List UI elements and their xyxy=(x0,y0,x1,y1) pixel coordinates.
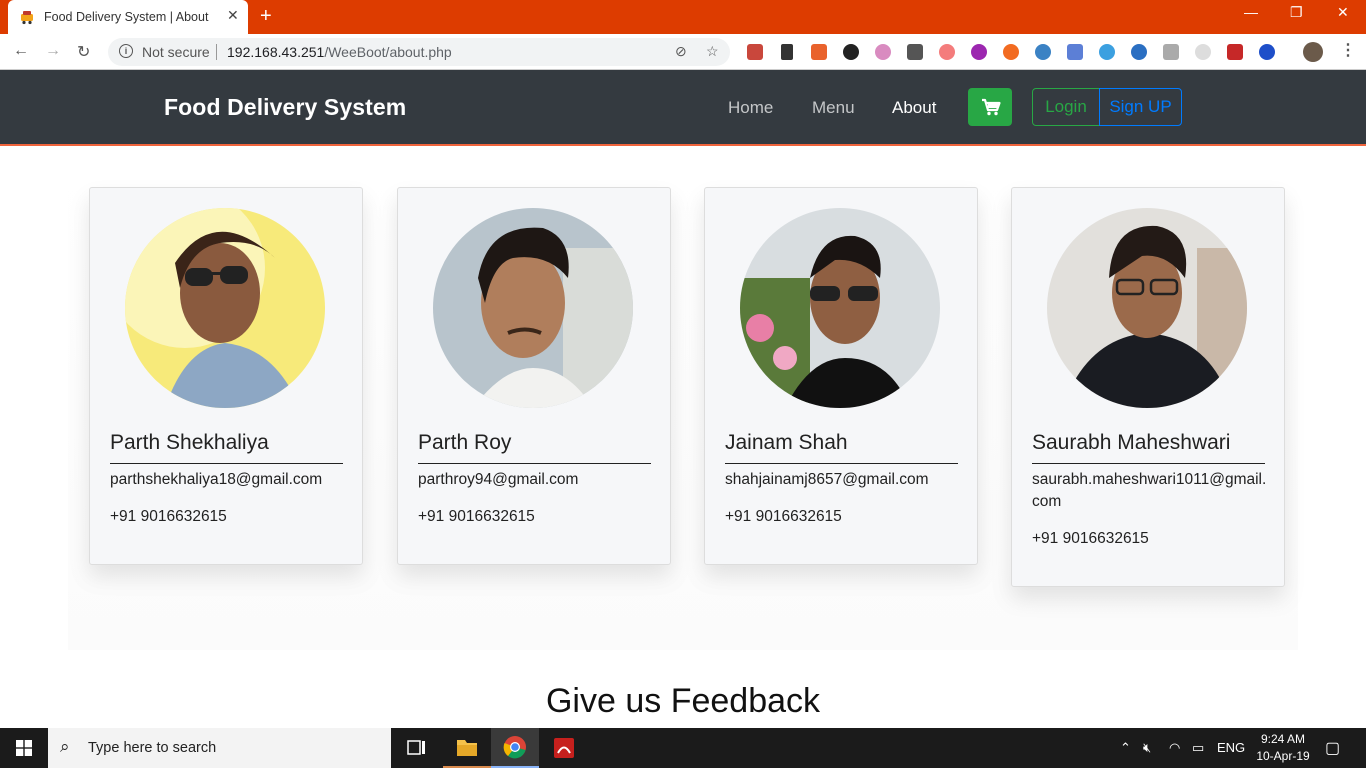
clock-time: 9:24 AM xyxy=(1260,732,1306,746)
member-email[interactable]: parthshekhaliya18@gmail.com xyxy=(110,469,350,491)
minimize-button[interactable]: — xyxy=(1244,4,1258,20)
restore-button[interactable]: ❐ xyxy=(1290,4,1303,21)
member-name: Parth Roy xyxy=(418,431,651,464)
url-path: /WeeBoot/about.php xyxy=(324,44,452,60)
taskbar-search-box[interactable]: ⌕ Type here to search xyxy=(48,728,391,768)
member-name: Saurabh Maheshwari xyxy=(1032,431,1265,464)
member-phone: +91 9016632615 xyxy=(725,508,842,525)
clock-date: 10-Apr-19 xyxy=(1256,749,1310,763)
system-clock[interactable]: 9:24 AM 10-Apr-19 xyxy=(1248,731,1318,765)
member-email[interactable]: parthroy94@gmail.com xyxy=(418,469,658,491)
new-tab-button[interactable]: + xyxy=(260,5,272,28)
team-card: Parth Roy parthroy94@gmail.com +91 90166… xyxy=(397,187,671,565)
tab-title: Food Delivery System | About xyxy=(44,10,209,24)
translate-icon[interactable]: ⊘ xyxy=(675,43,687,60)
nav-home-link[interactable]: Home xyxy=(728,98,773,118)
notifications-icon[interactable]: ▢ xyxy=(1325,738,1340,758)
site-brand[interactable]: Food Delivery System xyxy=(164,94,406,121)
pdf-extension-icon[interactable] xyxy=(747,44,763,60)
url-text[interactable]: 192.168.43.251/WeeBoot/about.php xyxy=(227,44,452,60)
windows-taskbar: ⌕ Type here to search ⌃ 🔇︎ ◠ ▭ ENG 9:24 … xyxy=(0,728,1366,768)
member-email[interactable]: shahjainamj8657@gmail.com xyxy=(725,469,965,491)
office-extension-icon[interactable] xyxy=(811,44,827,60)
member-phone: +91 9016632615 xyxy=(418,508,535,525)
planet-extension-icon[interactable] xyxy=(1131,44,1147,60)
upload-extension-icon[interactable] xyxy=(1163,44,1179,60)
member-phone: +91 9016632615 xyxy=(1032,530,1149,547)
ca-extension-icon[interactable] xyxy=(971,44,987,60)
chevron-up-icon[interactable]: ⌃ xyxy=(1120,740,1131,756)
browser-title-bar: Food Delivery System | About ✕ + — ❐ ✕ xyxy=(0,0,1366,34)
red-book-extension-icon[interactable] xyxy=(1227,44,1243,60)
task-view-icon[interactable] xyxy=(392,728,440,768)
back-arrow-icon[interactable]: ← xyxy=(13,42,29,60)
avatar xyxy=(433,208,633,408)
d-extension-icon[interactable] xyxy=(1259,44,1275,60)
nav-menu-link[interactable]: Menu xyxy=(812,98,855,118)
globe-extension-icon[interactable] xyxy=(1035,44,1051,60)
color-picker-extension-icon[interactable] xyxy=(843,44,859,60)
acrobat-taskbar-icon[interactable] xyxy=(540,728,588,768)
address-bar[interactable]: i Not secure 192.168.43.251/WeeBoot/abou… xyxy=(108,38,730,66)
cart-button[interactable] xyxy=(968,88,1012,126)
grey-extension-icon[interactable] xyxy=(1195,44,1211,60)
avatar xyxy=(125,208,325,408)
avatar xyxy=(1047,208,1247,408)
language-indicator[interactable]: ENG xyxy=(1217,740,1245,755)
avatar xyxy=(740,208,940,408)
member-phone: +91 9016632615 xyxy=(110,508,227,525)
login-button[interactable]: Login xyxy=(1032,88,1100,126)
security-label: Not secure xyxy=(142,44,210,60)
web-extension-icon[interactable] xyxy=(1099,44,1115,60)
profile-avatar[interactable] xyxy=(1303,42,1323,62)
feedback-heading: Give us Feedback xyxy=(545,682,821,720)
close-tab-icon[interactable]: ✕ xyxy=(227,7,239,24)
qr-code-extension-icon[interactable] xyxy=(907,44,923,60)
close-window-button[interactable]: ✕ xyxy=(1337,4,1349,21)
cast-extension-icon[interactable] xyxy=(939,44,955,60)
team-card: Jainam Shah shahjainamj8657@gmail.com +9… xyxy=(704,187,978,565)
food-cart-icon xyxy=(21,11,33,25)
menu-kebab-icon[interactable]: ⋮ xyxy=(1340,40,1356,60)
battery-icon[interactable]: ▭ xyxy=(1192,740,1204,756)
shopping-cart-icon xyxy=(982,98,1001,116)
browser-toolbar: ← → ↻ i Not secure 192.168.43.251/WeeBoo… xyxy=(0,34,1366,70)
bookmark-star-icon[interactable]: ☆ xyxy=(706,43,719,60)
doc-extension-icon[interactable] xyxy=(1067,44,1083,60)
browser-tab[interactable]: Food Delivery System | About ✕ xyxy=(8,0,248,34)
signup-button[interactable]: Sign UP xyxy=(1099,88,1182,126)
windows-start-icon[interactable] xyxy=(16,740,32,756)
address-divider xyxy=(216,44,217,60)
team-card: Parth Shekhaliya parthshekhaliya18@gmail… xyxy=(89,187,363,565)
search-icon: ⌕ xyxy=(60,737,70,756)
search-placeholder: Type here to search xyxy=(88,740,217,756)
chrome-taskbar-icon[interactable] xyxy=(491,728,539,768)
lifebuoy-extension-icon[interactable] xyxy=(1003,44,1019,60)
member-name: Jainam Shah xyxy=(725,431,958,464)
reload-icon[interactable]: ↻ xyxy=(77,42,90,62)
forward-arrow-icon[interactable]: → xyxy=(45,42,61,60)
member-name: Parth Shekhaliya xyxy=(110,431,343,464)
volume-muted-icon[interactable]: 🔇︎ xyxy=(1143,740,1151,756)
url-host: 192.168.43.251 xyxy=(227,44,325,60)
member-email[interactable]: saurabh.maheshwari1011@gmail.com xyxy=(1032,469,1272,513)
nav-about-link[interactable]: About xyxy=(892,98,936,118)
file-explorer-icon[interactable] xyxy=(443,728,491,768)
team-card: Saurabh Maheshwari saurabh.maheshwari101… xyxy=(1011,187,1285,587)
download-extension-icon[interactable] xyxy=(781,44,793,60)
wifi-icon[interactable]: ◠ xyxy=(1169,740,1180,756)
site-navbar: Food Delivery System Home Menu About Log… xyxy=(0,70,1366,146)
unicorn-extension-icon[interactable] xyxy=(875,44,891,60)
info-icon[interactable]: i xyxy=(119,44,133,58)
